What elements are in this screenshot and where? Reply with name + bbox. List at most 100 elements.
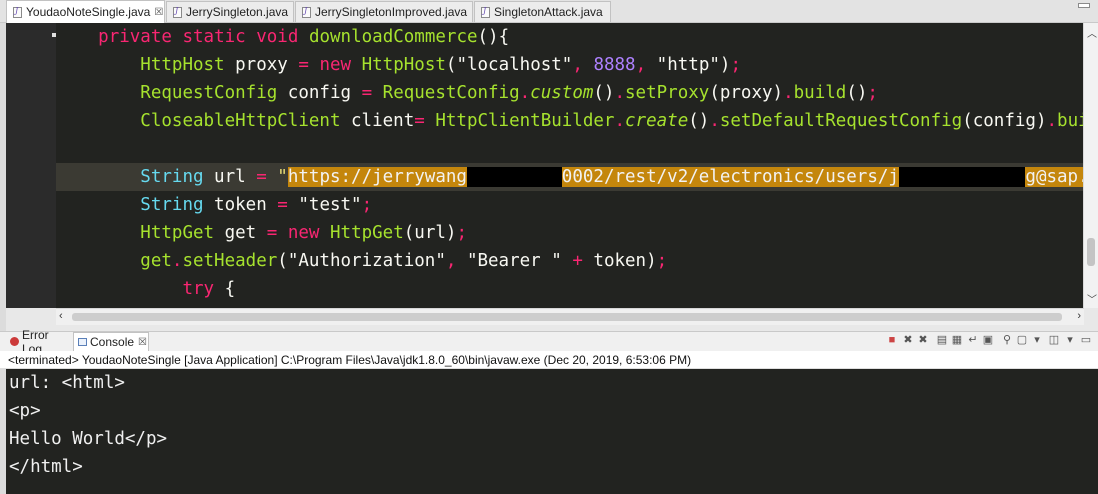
code-token: (proxy) (709, 83, 784, 103)
code-token: setHeader (182, 251, 278, 271)
show-on-output-icon[interactable]: ▣ (982, 334, 994, 346)
editor-tab-bar: YoudaoNoteSingle.java ☒ JerrySingleton.j… (0, 0, 1098, 23)
code-token: = (298, 55, 309, 75)
code-token: proxy (224, 55, 299, 75)
code-token: token) (582, 251, 657, 271)
code-token: "http" (656, 55, 720, 75)
code-token: config (277, 83, 362, 103)
code-line[interactable]: 118 CloseableHttpClient client= HttpClie… (56, 107, 1084, 135)
terminate-icon[interactable]: ■ (886, 334, 898, 346)
code-token: " (277, 167, 288, 187)
tab-jerrysingletonimproved[interactable]: JerrySingletonImproved.java (295, 1, 473, 22)
code-token: new (319, 55, 352, 75)
tab-error-log[interactable]: Error Log (6, 328, 72, 356)
code-token: . (519, 83, 531, 103)
close-tab-icon[interactable]: ☒ (138, 337, 147, 348)
code-line[interactable]: 123 get.setHeader("Authorization", "Bear… (56, 247, 1084, 275)
console-line: <p> (9, 401, 41, 421)
code-line[interactable]: 115 private static void downloadCommerce… (56, 23, 1084, 51)
redaction-block (466, 167, 562, 187)
scroll-right-icon[interactable]: › (1077, 310, 1081, 322)
code-token: 0002/rest/v2/electronics/users/ (561, 167, 889, 187)
scrollbar-thumb[interactable] (1087, 238, 1095, 266)
code-token: https://jerrywang (287, 167, 467, 187)
code-token: , (572, 55, 594, 75)
horizontal-scrollbar[interactable]: ‹ › (56, 308, 1084, 325)
code-token: = (256, 167, 267, 187)
code-line[interactable]: 124 try { (56, 275, 1084, 303)
remove-all-icon[interactable]: ✖ (917, 334, 929, 346)
remove-launch-icon[interactable]: ✖ (902, 334, 914, 346)
code-token: = (414, 111, 425, 131)
open-console-icon[interactable]: ◫ (1048, 334, 1060, 346)
code-token: ; (730, 55, 741, 75)
code-token: get (214, 223, 267, 243)
clear-console-icon[interactable]: ▤ (936, 334, 948, 346)
code-token: = (361, 83, 373, 103)
tab-youdaonotesingle[interactable]: YoudaoNoteSingle.java ☒ (6, 0, 165, 23)
code-token: ; (456, 223, 467, 243)
code-token: private (98, 27, 172, 47)
scroll-left-icon[interactable]: ‹ (59, 310, 63, 322)
tab-singletonattack[interactable]: SingletonAttack.java (474, 1, 611, 22)
word-wrap-icon[interactable]: ↵ (967, 334, 979, 346)
pin-console-icon[interactable]: ⚲ (1001, 334, 1013, 346)
code-token: + (572, 251, 583, 271)
code-token: HttpClientBuilder (435, 111, 615, 131)
code-token: CloseableHttpClient (140, 111, 341, 131)
view-menu-icon[interactable]: ▾ (1064, 334, 1076, 346)
code-token: . (171, 251, 183, 271)
line-number-gutter (6, 23, 56, 308)
tab-console[interactable]: Console ☒ (73, 332, 149, 351)
minimize-icon[interactable]: ▭ (1080, 334, 1092, 346)
close-tab-icon[interactable]: ☒ (154, 7, 163, 18)
code-token: HttpGet (140, 223, 215, 243)
code-token: j (888, 167, 899, 187)
code-line[interactable]: 117 RequestConfig config = RequestConfig… (56, 79, 1084, 107)
code-token: ) (719, 55, 731, 75)
console-icon (78, 338, 87, 346)
code-token: ; (867, 83, 878, 103)
scroll-down-icon[interactable]: ﹀ (1087, 291, 1097, 306)
code-line[interactable]: 119 (56, 135, 1084, 163)
code-line[interactable]: 122 HttpGet get = new HttpGet(url); (56, 219, 1084, 247)
scrollbar-thumb[interactable] (72, 313, 1062, 321)
code-token: (url) (403, 223, 457, 243)
code-token: String (140, 167, 204, 187)
code-line[interactable]: 121 String token = "test"; (56, 191, 1084, 219)
minimize-icon[interactable] (1078, 3, 1090, 8)
code-token: ; (656, 251, 668, 271)
code-token: { (214, 279, 236, 299)
view-menu-icon[interactable]: ▾ (1031, 334, 1043, 346)
code-token: new (287, 223, 320, 243)
console-output[interactable]: url: <html> <p> Hello World</p> </html> (6, 369, 1098, 494)
code-token: . (1046, 111, 1058, 131)
code-token: () (688, 111, 710, 131)
code-token: setProxy (625, 83, 710, 103)
scroll-lock-icon[interactable]: ▦ (951, 334, 963, 346)
code-token: , (445, 251, 467, 271)
code-token: ( (277, 251, 288, 271)
code-token: RequestConfig (140, 83, 278, 103)
display-console-icon[interactable]: ▢ (1016, 334, 1028, 346)
redaction-block (898, 167, 1026, 187)
tab-jerrysingleton[interactable]: JerrySingleton.java (166, 1, 294, 22)
vertical-scrollbar[interactable]: ︿ ﹀ (1083, 23, 1098, 308)
code-line[interactable]: 116 HttpHost proxy = new HttpHost("local… (56, 51, 1084, 79)
code-editor[interactable]: 115 private static void downloadCommerce… (6, 23, 1098, 308)
code-token: () (846, 83, 868, 103)
code-token: build (793, 83, 847, 103)
code-token: client (340, 111, 415, 131)
scroll-up-icon[interactable]: ︿ (1087, 25, 1097, 40)
code-area[interactable]: 115 private static void downloadCommerce… (56, 23, 1084, 308)
current-code-line[interactable]: 120 String url = "https://jerrywang 0002… (56, 163, 1084, 191)
